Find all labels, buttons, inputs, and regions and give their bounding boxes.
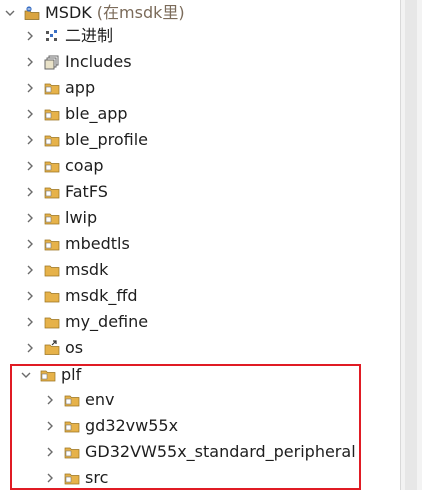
project-icon (24, 5, 40, 21)
tree-item-label: ble_app (65, 104, 128, 123)
tree-item-plf[interactable]: plf (0, 362, 400, 388)
tree-item-label: GD32VW55x_standard_peripheral (85, 442, 356, 461)
tree-item-label: Includes (65, 52, 132, 71)
chevron-right-icon[interactable] (44, 420, 56, 432)
source-folder-icon (64, 392, 80, 408)
tree-item-env[interactable]: env (0, 387, 400, 413)
tree-item-label: msdk (65, 260, 109, 279)
tree-item-msdk-ffd[interactable]: msdk_ffd (0, 283, 400, 309)
chevron-right-icon[interactable] (24, 238, 36, 250)
chevron-right-icon[interactable] (24, 342, 36, 354)
folder-icon (44, 288, 60, 304)
tree-item-ble-app[interactable]: ble_app (0, 101, 400, 127)
chevron-right-icon[interactable] (24, 30, 36, 42)
chevron-right-icon[interactable] (24, 316, 36, 328)
chevron-down-icon[interactable] (20, 369, 32, 381)
tree-item-label: lwip (65, 208, 98, 227)
tree-item-fatfs[interactable]: FatFS (0, 179, 400, 205)
tree-item-label: ble_profile (65, 130, 148, 149)
source-folder-icon (44, 158, 60, 174)
source-folder-icon (64, 470, 80, 486)
binaries-icon (44, 28, 60, 44)
tree-item-label: mbedtls (65, 234, 130, 253)
project-explorer-tree: MSDK (在msdk里) 二进制 Includes app ble_app b… (0, 0, 400, 490)
chevron-right-icon[interactable] (44, 472, 56, 484)
tree-item-label: coap (65, 156, 104, 175)
tree-item-src[interactable]: src (0, 465, 400, 491)
folder-icon (44, 262, 60, 278)
chevron-right-icon[interactable] (44, 446, 56, 458)
tree-item-coap[interactable]: coap (0, 153, 400, 179)
tree-item-label: my_define (65, 312, 149, 331)
chevron-right-icon[interactable] (24, 290, 36, 302)
tree-item-msdk[interactable]: msdk (0, 257, 400, 283)
tree-item-binaries[interactable]: 二进制 (0, 23, 400, 49)
tree-item-lwip[interactable]: lwip (0, 205, 400, 231)
chevron-right-icon[interactable] (24, 212, 36, 224)
chevron-right-icon[interactable] (24, 134, 36, 146)
chevron-right-icon[interactable] (24, 160, 36, 172)
tree-item-label: app (65, 78, 96, 97)
source-folder-icon (44, 132, 60, 148)
tree-item-label: gd32vw55x (85, 416, 179, 435)
chevron-right-icon[interactable] (44, 394, 56, 406)
source-folder-icon (40, 367, 56, 383)
tree-item-label: src (85, 468, 109, 487)
source-folder-icon (64, 418, 80, 434)
chevron-right-icon[interactable] (24, 82, 36, 94)
linked-folder-icon (44, 340, 60, 356)
source-folder-icon (44, 184, 60, 200)
source-folder-icon (64, 444, 80, 460)
tree-item-label: env (85, 390, 115, 409)
tree-item-mbedtls[interactable]: mbedtls (0, 231, 400, 257)
tree-item-label: os (65, 338, 84, 357)
source-folder-icon (44, 210, 60, 226)
tree-item-label: FatFS (65, 182, 108, 201)
source-folder-icon (44, 80, 60, 96)
tree-item-gd32vw55x-standard-peripheral[interactable]: GD32VW55x_standard_peripheral (0, 439, 400, 465)
tree-item-ble-profile[interactable]: ble_profile (0, 127, 400, 153)
folder-icon (44, 314, 60, 330)
tree-item-label: msdk_ffd (65, 286, 138, 305)
tree-item-app[interactable]: app (0, 75, 400, 101)
chevron-right-icon[interactable] (24, 56, 36, 68)
chevron-down-icon[interactable] (4, 7, 16, 19)
chevron-right-icon[interactable] (24, 186, 36, 198)
tree-item-my-define[interactable]: my_define (0, 309, 400, 335)
tree-item-os[interactable]: os (0, 335, 400, 361)
includes-icon (44, 54, 60, 70)
tree-item-label: 二进制 (65, 26, 114, 45)
tree-item-includes[interactable]: Includes (0, 49, 400, 75)
tree-item-gd32vw55x[interactable]: gd32vw55x (0, 413, 400, 439)
chevron-right-icon[interactable] (24, 264, 36, 276)
source-folder-icon (44, 106, 60, 122)
chevron-right-icon[interactable] (24, 108, 36, 120)
scrollbar-thumb[interactable] (405, 0, 417, 490)
source-folder-icon (44, 236, 60, 252)
tree-item-label: plf (61, 365, 82, 384)
